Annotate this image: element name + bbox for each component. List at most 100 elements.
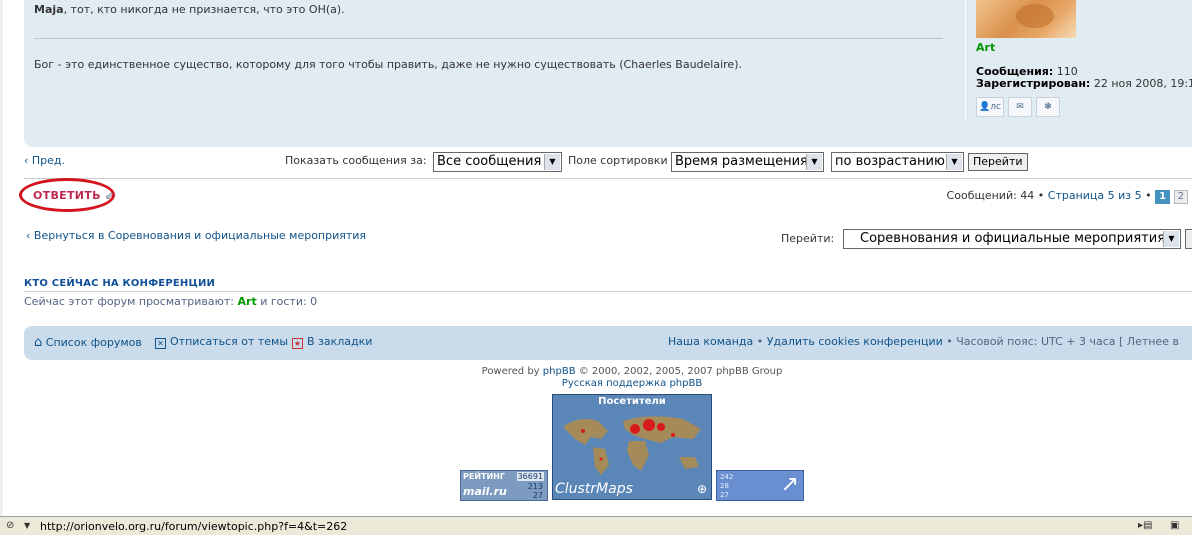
sort-bar: ‹ Пред. Показать сообщения за: Все сообщ…: [24, 151, 1192, 175]
no-entry-icon: ⊘: [6, 520, 15, 531]
chevron-left-icon: ‹: [26, 229, 31, 242]
online-suffix: и гости: 0: [260, 295, 318, 308]
post-author[interactable]: Art: [976, 41, 995, 54]
copyright-line: Powered by phpBB © 2000, 2002, 2005, 200…: [0, 366, 1192, 377]
bookmark-icon: ★: [292, 338, 303, 349]
arrow-up-right-icon: ↗: [780, 472, 799, 497]
footer-right-links: Наша команда • Удалить cookies конференц…: [668, 335, 1179, 348]
post-line-text: , тот, кто никогда не признается, что эт…: [63, 3, 345, 16]
pagination: Сообщений: 44 • Страница 5 из 5 • 1 2: [947, 189, 1188, 204]
visitor-count-1: 242: [720, 473, 734, 481]
bookmark-link[interactable]: ★ В закладки: [292, 335, 372, 349]
profile-buttons: 👤 лс ✉ ❃: [976, 97, 1060, 117]
dropdown-icon[interactable]: ▼: [24, 521, 30, 530]
sort-order-select[interactable]: по возрастанию ▼: [831, 152, 964, 172]
show-days-select[interactable]: Все сообщения ▼: [433, 152, 562, 172]
chevron-left-icon: ‹: [24, 154, 29, 167]
page-jump-link[interactable]: Страница 5 из 5: [1048, 189, 1142, 202]
back-to-forum-link[interactable]: ‹ Вернуться в Соревнования и официальные…: [26, 229, 366, 242]
chevron-down-icon: ▼: [544, 154, 560, 170]
registered-value: 22 ноя 2008, 19:17: [1093, 77, 1192, 90]
visitor-count-2: 28: [720, 482, 729, 490]
window-left-edge: [0, 0, 3, 516]
chevron-down-icon: ▼: [946, 154, 962, 170]
pm-button[interactable]: 👤 лс: [976, 97, 1004, 117]
postprofile-divider: [965, 0, 966, 120]
pm-label: лс: [990, 102, 1001, 112]
chevron-down-icon: ▼: [1163, 231, 1179, 247]
image-icon[interactable]: ▣: [1170, 520, 1179, 531]
online-divider: [24, 291, 1192, 292]
posts-summary: Сообщений: 44 •: [946, 189, 1045, 202]
home-icon: ⌂: [34, 335, 43, 350]
page-icon[interactable]: ▸▤: [1138, 520, 1152, 531]
mailru-count-3: 27: [532, 491, 543, 500]
prev-page-link[interactable]: ‹ Пред.: [24, 154, 65, 167]
registered-date: Зарегистрирован: 22 ноя 2008, 19:17: [976, 77, 1192, 90]
sort-key-label: Поле сортировки: [568, 154, 668, 167]
post-panel: Maja, тот, кто никогда не признается, чт…: [24, 0, 1192, 147]
reply-button[interactable]: ОТВЕТИТЬ ⇙: [33, 189, 114, 202]
sort-bar-divider: [24, 178, 1192, 179]
jump-label: Перейти:: [781, 232, 835, 245]
sort-go-button[interactable]: Перейти: [968, 153, 1028, 171]
mailru-rating-counter[interactable]: РЕЙТИНГ mail.ru 36691 213 27: [460, 470, 548, 501]
world-map-icon: [563, 416, 701, 475]
prev-label: Пред.: [31, 154, 66, 167]
browser-status-bar: ⊘ ▼ http://orionvelo.org.ru/forum/viewto…: [0, 516, 1192, 535]
back-to-forum-label: Вернуться в Соревнования и официальные м…: [33, 229, 367, 242]
russian-support-link[interactable]: Русская поддержка phpBB: [562, 378, 702, 389]
unsubscribe-icon: ✕: [155, 338, 166, 349]
phpbb-link[interactable]: phpBB: [543, 366, 576, 377]
visitor-counter[interactable]: 242 28 27 ↗: [716, 470, 804, 501]
clustrmaps-title: Посетители: [598, 396, 666, 407]
post-line: Maja, тот, кто никогда не признается, чт…: [34, 3, 345, 16]
forum-index-link[interactable]: ⌂ Список форумов: [34, 335, 142, 350]
sort-key-select[interactable]: Время размещения ▼: [671, 152, 824, 172]
powered-by-text: Powered by: [481, 366, 540, 377]
zoom-icon: ⊕: [696, 482, 707, 496]
timezone-text: • Часовой пояс: UTC + 3 часа [ Летнее в: [946, 335, 1179, 348]
reply-arrow-icon: ⇙: [104, 189, 115, 202]
online-user-link[interactable]: Art: [238, 295, 257, 308]
clustrmaps-widget[interactable]: Посетители ClustrMaps ⊕: [552, 394, 712, 500]
email-button[interactable]: ✉: [1008, 97, 1032, 117]
mailru-logo: mail.ru: [463, 485, 507, 498]
jump-forum-value: Соревнования и официальные мероприятия: [860, 231, 1166, 246]
registered-label: Зарегистрирован:: [976, 77, 1091, 90]
pagination-separator: •: [1145, 189, 1152, 202]
user-icon: 👤: [979, 102, 991, 112]
online-list: Сейчас этот форум просматривают: Art и г…: [24, 295, 317, 308]
mailru-count-2: 213: [527, 482, 543, 491]
avatar: [976, 0, 1076, 38]
unsubscribe-label: Отписаться от темы: [170, 335, 289, 348]
reply-label: ОТВЕТИТЬ: [33, 189, 101, 202]
clustrmaps-logo: ClustrMaps: [555, 481, 633, 497]
chevron-down-icon: ▼: [806, 154, 822, 170]
website-button[interactable]: ❃: [1036, 97, 1060, 117]
jump-forum-select[interactable]: Соревнования и официальные мероприятия ▼: [843, 229, 1181, 249]
unsubscribe-link[interactable]: ✕ Отписаться от темы: [155, 335, 288, 349]
team-link[interactable]: Наша команда: [668, 335, 753, 348]
status-url: http://orionvelo.org.ru/forum/viewtopic.…: [40, 520, 348, 533]
show-label: Показать сообщения за:: [285, 154, 427, 167]
sort-order-value: по возрастанию: [835, 154, 945, 169]
forum-index-label: Список форумов: [45, 336, 142, 349]
copyright-years: © 2000, 2002, 2005, 2007 phpBB Group: [578, 366, 783, 377]
russian-support-line: Русская поддержка phpBB: [0, 378, 1192, 389]
mailru-count-1: 36691: [516, 472, 544, 481]
bookmark-label: В закладки: [307, 335, 373, 348]
jump-go-button[interactable]: [1185, 229, 1192, 249]
page-link-2[interactable]: 2: [1173, 190, 1188, 204]
sort-key-value: Время размещения: [675, 154, 808, 169]
envelope-icon: ✉: [1016, 102, 1024, 112]
footer-navbar: ⌂ Список форумов ✕ Отписаться от темы ★ В …: [24, 326, 1192, 360]
online-prefix: Сейчас этот форум просматривают:: [24, 295, 235, 308]
post-mentioned-user: Maja: [34, 3, 64, 16]
delete-cookies-link[interactable]: Удалить cookies конференции: [767, 335, 943, 348]
show-days-value: Все сообщения: [437, 154, 542, 169]
mailru-rating-label: РЕЙТИНГ: [463, 472, 505, 481]
flower-icon: ❃: [1044, 102, 1052, 112]
page-current: 1: [1155, 190, 1171, 204]
post-signature: Бог - это единственное существо, котором…: [34, 58, 742, 71]
